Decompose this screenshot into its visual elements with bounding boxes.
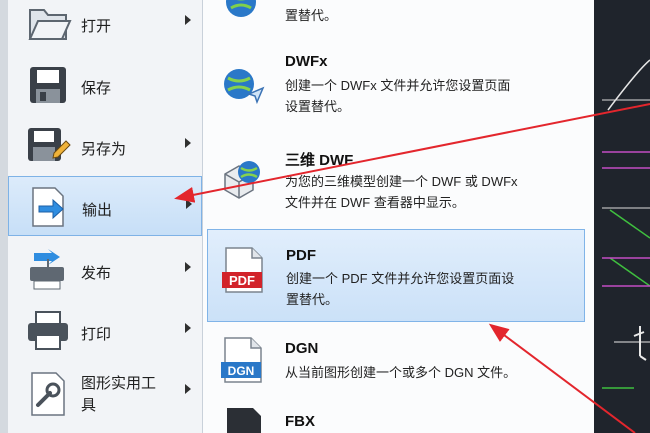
export-icon	[32, 187, 64, 227]
dgn-icon: DGN	[221, 337, 262, 383]
menu-edge-strip	[0, 0, 8, 433]
menu-item-save-as[interactable]: 另存为	[8, 116, 202, 176]
submenu-item-pdf[interactable]: PDF PDF 创建一个 PDF 文件并允许您设置页面设 置替代。	[207, 229, 585, 322]
save-disk-icon	[30, 67, 66, 103]
cad-drawing-area[interactable]	[594, 0, 650, 433]
submenu-item-3d-dwf[interactable]: 三维 DWF 为您的三维模型创建一个 DWF 或 DWFx 文件并在 DWF 查…	[207, 148, 585, 224]
submenu-item-dwfx-desc-2: 设置替代。	[285, 99, 351, 114]
open-folder-icon	[28, 9, 72, 40]
submenu-arrow-icon	[185, 323, 191, 333]
menu-item-save[interactable]: 保存	[8, 55, 202, 115]
submenu-item-pdf-title: PDF	[286, 247, 316, 264]
submenu-item-dwfx-title: DWFx	[285, 53, 328, 70]
submenu-item-3d-dwf-title: 三维 DWF	[285, 152, 354, 169]
save-as-icon	[28, 128, 71, 161]
fbx-icon	[227, 408, 261, 433]
globe-icon	[226, 0, 256, 17]
menu-item-print-label: 打印	[81, 326, 112, 343]
submenu-item-partial[interactable]: 置替代。	[207, 0, 585, 30]
submenu-item-fbx[interactable]: FBX	[207, 408, 585, 433]
cad-drawing-canvas	[602, 59, 650, 389]
publish-icon	[30, 249, 64, 290]
submenu-item-dgn[interactable]: DGN DGN 从当前图形创建一个或多个 DGN 文件。	[207, 337, 585, 396]
menu-item-open[interactable]: 打开	[8, 0, 202, 53]
menu-item-drawing-utilities[interactable]: 图形实用工 具	[8, 364, 202, 424]
submenu-item-dwfx[interactable]: DWFx 创建一个 DWFx 文件并允许您设置页面 设置替代。	[207, 52, 585, 128]
dwfx-globe-icon	[224, 69, 265, 105]
submenu-arrow-icon	[185, 138, 191, 148]
submenu-item-3d-dwf-desc-2: 文件并在 DWF 查看器中显示。	[285, 195, 465, 210]
menu-item-drawing-utilities-label-2: 具	[81, 397, 97, 414]
menu-item-drawing-utilities-label-1: 图形实用工	[81, 375, 157, 392]
submenu-arrow-icon	[186, 199, 192, 209]
pdf-icon: PDF	[222, 247, 263, 293]
menu-item-publish[interactable]: 发布	[8, 240, 202, 300]
submenu-item-dwfx-desc-1: 创建一个 DWFx 文件并允许您设置页面	[285, 78, 511, 93]
menu-item-publish-label: 发布	[81, 265, 112, 282]
submenu-arrow-icon	[185, 262, 191, 272]
submenu-item-pdf-desc-1: 创建一个 PDF 文件并允许您设置页面设	[286, 271, 515, 286]
menu-item-open-label: 打开	[81, 18, 112, 35]
submenu-item-3d-dwf-desc-1: 为您的三维模型创建一个 DWF 或 DWFx	[285, 174, 518, 189]
menu-item-export-label: 输出	[82, 202, 113, 219]
submenu-arrow-icon	[185, 15, 191, 25]
menu-item-print[interactable]: 打印	[8, 301, 202, 361]
menu-item-save-label: 保存	[81, 80, 112, 97]
dgn-icon-text: DGN	[228, 364, 255, 378]
printer-icon	[28, 311, 68, 350]
submenu-partial-desc: 置替代。	[285, 8, 338, 23]
submenu-item-dgn-title: DGN	[285, 340, 319, 357]
pdf-icon-text: PDF	[229, 273, 255, 288]
export-submenu: 置替代。 DWFx 创建一个 DWFx 文件并允许您设置页面 设置替代。 三维 …	[202, 0, 595, 433]
submenu-item-fbx-title: FBX	[285, 413, 315, 430]
application-menu-left: 打开 保存 另存为 输出 发布 打印 图形实用工 具	[0, 0, 202, 433]
3d-dwf-icon	[224, 161, 260, 199]
submenu-item-pdf-desc-2: 置替代。	[286, 292, 339, 307]
menu-item-export[interactable]: 输出	[8, 176, 202, 236]
submenu-item-dgn-desc-1: 从当前图形创建一个或多个 DGN 文件。	[285, 365, 517, 380]
drawing-utilities-icon	[31, 372, 65, 416]
menu-item-save-as-label: 另存为	[81, 141, 127, 158]
submenu-arrow-icon	[185, 384, 191, 394]
